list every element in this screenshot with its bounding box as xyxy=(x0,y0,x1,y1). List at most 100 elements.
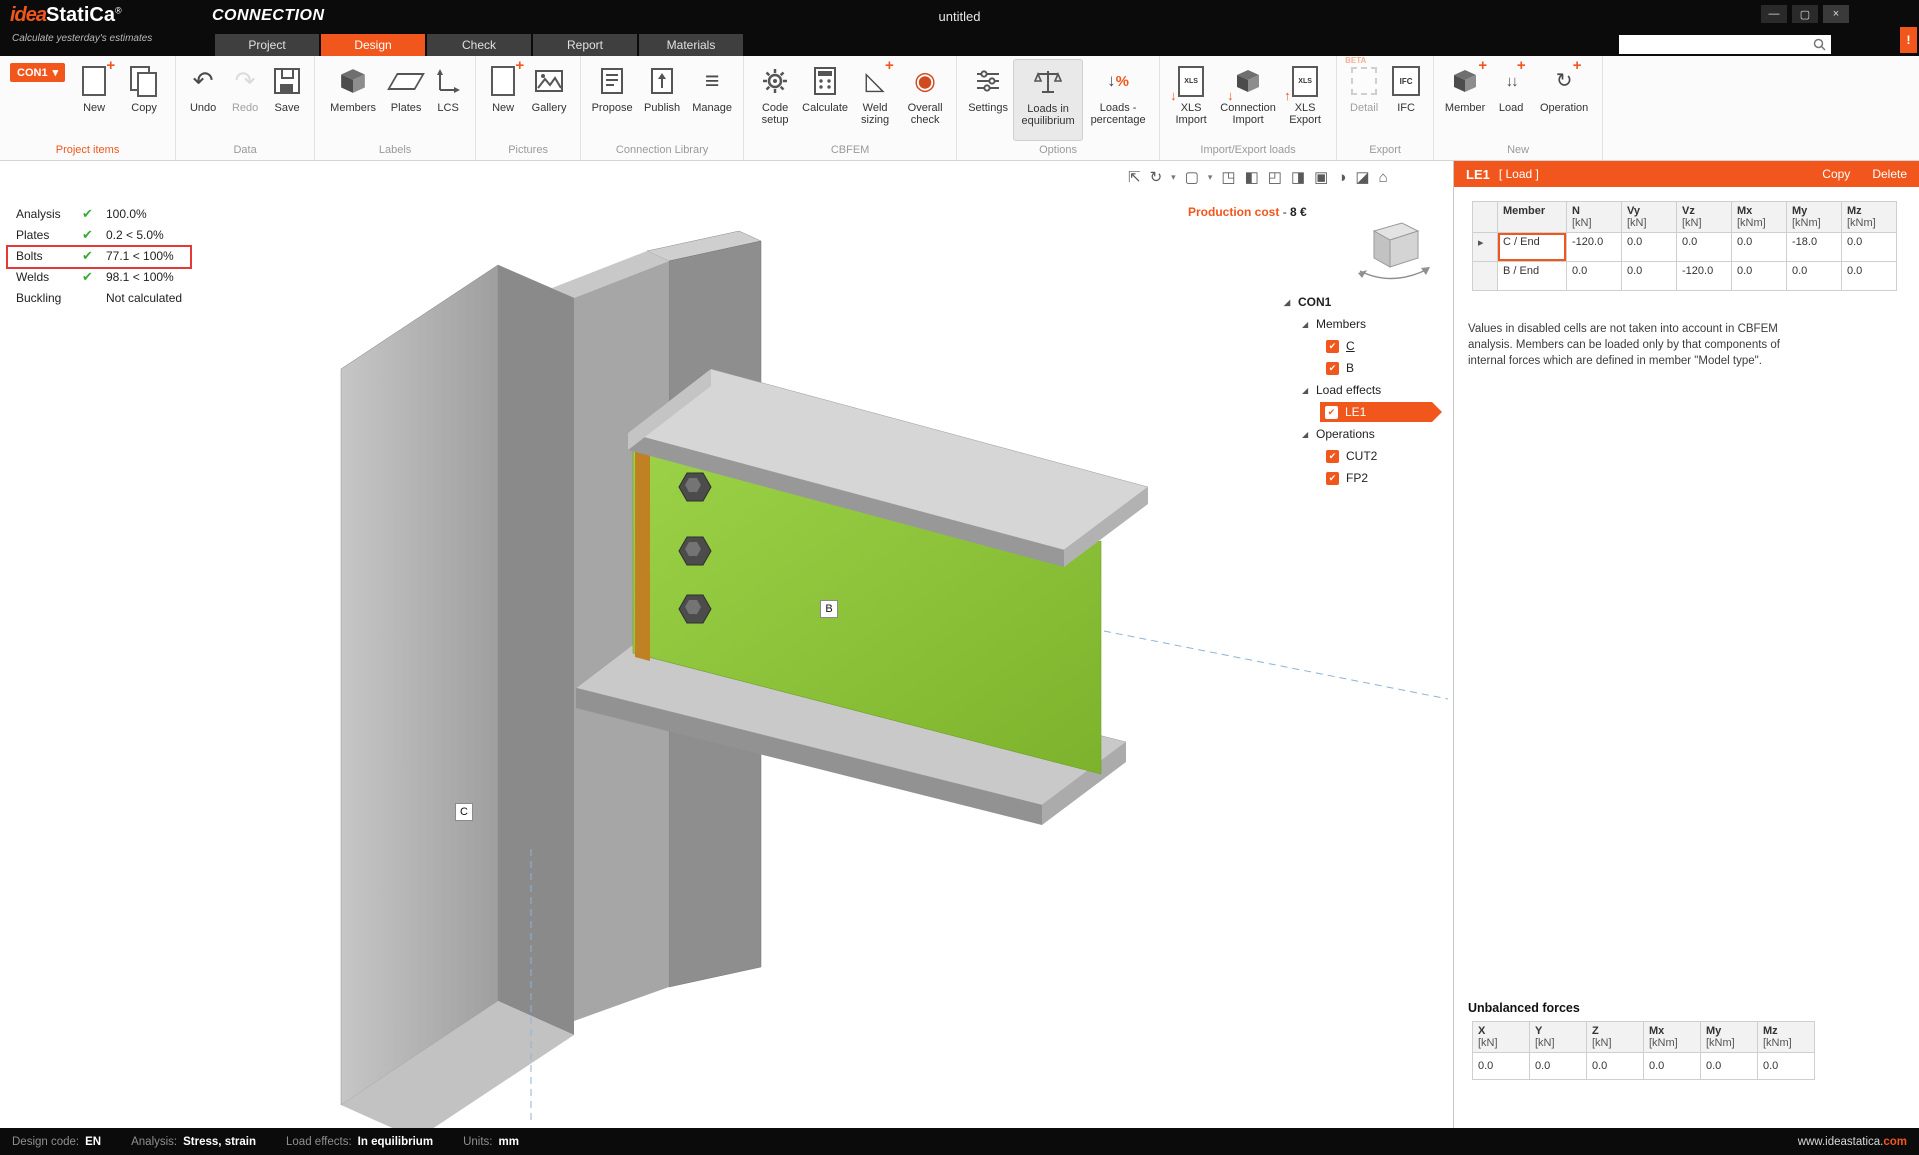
result-row-welds: Welds ✔ 98.1 < 100% xyxy=(12,266,200,287)
connection-selector[interactable]: CON1 ▾ xyxy=(10,63,65,82)
selected-tree-item[interactable]: ✔ LE1 xyxy=(1320,402,1442,422)
value-cell[interactable]: 0.0 xyxy=(1732,233,1787,262)
expander-icon[interactable]: ◢ xyxy=(1302,386,1316,395)
expander-icon[interactable]: ◢ xyxy=(1284,298,1298,307)
navigation-cube[interactable] xyxy=(1352,217,1436,291)
xls-export-button[interactable]: XLS↑ XLS Export xyxy=(1280,59,1330,141)
close-button[interactable]: × xyxy=(1823,5,1849,23)
value-cell[interactable]: -120.0 xyxy=(1567,233,1622,262)
value-cell[interactable]: -18.0 xyxy=(1787,233,1842,262)
tree-item-member-b[interactable]: ✔ B xyxy=(1284,357,1453,379)
column-near-flange[interactable] xyxy=(341,265,498,1105)
tree-item-cut2[interactable]: ✔ CUT2 xyxy=(1284,445,1453,467)
delete-load-button[interactable]: Delete xyxy=(1872,167,1907,181)
checkbox-checked[interactable]: ✔ xyxy=(1325,406,1338,419)
view-axonometry-icon[interactable]: ◳ xyxy=(1221,168,1235,186)
3d-viewport[interactable]: B C Analysis ✔ 100.0% Plates ✔ 0.2 < 5.0… xyxy=(0,161,1453,1128)
home-view-icon[interactable]: ⌂ xyxy=(1379,169,1388,186)
xls-import-button[interactable]: XLS↓ XLS Import xyxy=(1166,59,1216,141)
loads-percentage-button[interactable]: ↓% Loads - percentage xyxy=(1083,59,1153,141)
tree-section-operations[interactable]: ◢ Operations xyxy=(1284,423,1453,445)
value-cell[interactable]: 0.0 xyxy=(1677,233,1732,262)
settings-button[interactable]: Settings xyxy=(963,59,1013,141)
rotate-view-icon[interactable]: ↻ xyxy=(1150,168,1163,186)
code-setup-button[interactable]: Code setup xyxy=(750,59,800,141)
copy-project-item-button[interactable]: Copy xyxy=(119,59,169,141)
view-side-icon[interactable]: ◨ xyxy=(1291,168,1305,186)
member-cell[interactable]: C / End xyxy=(1498,233,1567,262)
value-cell[interactable]: 0.0 xyxy=(1732,262,1787,291)
library-publish-button[interactable]: Publish xyxy=(637,59,687,141)
section-cut-icon[interactable]: ◪ xyxy=(1355,168,1369,186)
value-cell[interactable]: 0.0 xyxy=(1622,233,1677,262)
tab-design[interactable]: Design xyxy=(321,34,425,56)
selection-mode-icon[interactable]: ▢ xyxy=(1185,168,1199,186)
checkbox-checked[interactable]: ✔ xyxy=(1326,362,1339,375)
save-button[interactable]: Save xyxy=(266,59,308,141)
transparency-icon[interactable]: ◑ xyxy=(1337,169,1346,186)
value-cell[interactable]: 0.0 xyxy=(1567,262,1622,291)
viewport-toolbar: ⇱ ↻ ▾ ▢ ▾ ◳ ◧ ◰ ◨ ▣ ◑ ◪ ⌂ xyxy=(1128,168,1388,186)
copy-load-button[interactable]: Copy xyxy=(1822,167,1850,181)
value-cell[interactable]: 0.0 xyxy=(1842,233,1897,262)
undo-button[interactable]: ↶ Undo xyxy=(182,59,224,141)
value-cell[interactable]: -120.0 xyxy=(1677,262,1732,291)
tab-report[interactable]: Report xyxy=(533,34,637,56)
labels-plates-button[interactable]: Plates xyxy=(385,59,427,141)
new-project-item-button[interactable]: + New xyxy=(69,59,119,141)
tree-section-load-effects[interactable]: ◢ Load effects xyxy=(1284,379,1453,401)
checkbox-checked[interactable]: ✔ xyxy=(1326,340,1339,353)
fin-plate[interactable] xyxy=(635,446,650,661)
new-member-button[interactable]: + Member xyxy=(1440,59,1490,141)
tab-project[interactable]: Project xyxy=(215,34,319,56)
tree-item-le1[interactable]: ✔ LE1 xyxy=(1284,401,1453,423)
labels-lcs-button[interactable]: LCS xyxy=(427,59,469,141)
checkbox-checked[interactable]: ✔ xyxy=(1326,450,1339,463)
member-cell[interactable]: B / End xyxy=(1498,262,1567,291)
checkbox-checked[interactable]: ✔ xyxy=(1326,472,1339,485)
labels-members-button[interactable]: Members xyxy=(321,59,385,141)
overall-check-button[interactable]: ◉ Overall check xyxy=(900,59,950,141)
search-input[interactable] xyxy=(1624,38,1813,52)
tab-materials[interactable]: Materials xyxy=(639,34,743,56)
new-load-button[interactable]: ↓↓+ Load xyxy=(1490,59,1532,141)
expander-icon[interactable]: ◢ xyxy=(1302,430,1316,439)
minimize-button[interactable]: — xyxy=(1761,5,1787,23)
tree-item-fp2[interactable]: ✔ FP2 xyxy=(1284,467,1453,489)
group-label: CBFEM xyxy=(750,143,950,159)
selection-mode-caret-icon[interactable]: ▾ xyxy=(1208,172,1213,183)
value-cell: 0.0 xyxy=(1587,1053,1644,1080)
weld-sizing-button[interactable]: ◺+ Weld sizing xyxy=(850,59,900,141)
copy-picture-icon[interactable]: ▣ xyxy=(1314,168,1328,186)
fit-view-icon[interactable]: ⇱ xyxy=(1128,168,1141,186)
export-detail-button[interactable]: BETA Detail xyxy=(1343,59,1385,141)
maximize-button[interactable]: ▢ xyxy=(1792,5,1818,23)
tree-item-con1[interactable]: ◢ CON1 xyxy=(1284,291,1453,313)
connection-import-button[interactable]: ↓ Connection Import xyxy=(1216,59,1280,141)
value-cell[interactable]: 0.0 xyxy=(1842,262,1897,291)
expander-icon[interactable]: ◢ xyxy=(1302,320,1316,329)
new-operation-button[interactable]: ↻+ Operation xyxy=(1532,59,1596,141)
redo-button[interactable]: ↷ Redo xyxy=(224,59,266,141)
view-top-icon[interactable]: ◰ xyxy=(1268,168,1282,186)
library-propose-button[interactable]: Propose xyxy=(587,59,637,141)
picture-new-button[interactable]: + New xyxy=(482,59,524,141)
tree-item-member-c[interactable]: ✔ C xyxy=(1284,335,1453,357)
value-cell: 0.0 xyxy=(1530,1053,1587,1080)
export-ifc-button[interactable]: IFC IFC xyxy=(1385,59,1427,141)
library-manage-button[interactable]: ≡ Manage xyxy=(687,59,737,141)
view-front-icon[interactable]: ◧ xyxy=(1245,168,1259,186)
panel-header: LE1 [ Load ] Copy Delete xyxy=(1454,161,1919,187)
value-cell[interactable]: 0.0 xyxy=(1622,262,1677,291)
picture-gallery-button[interactable]: Gallery xyxy=(524,59,574,141)
ribbon-group-data: ↶ Undo ↷ Redo Save Data xyxy=(176,56,315,160)
calculate-button[interactable]: Calculate xyxy=(800,59,850,141)
website-link[interactable]: www.ideastatica.com xyxy=(1798,1136,1907,1148)
3d-scene[interactable] xyxy=(0,161,1453,1128)
tree-section-members[interactable]: ◢ Members xyxy=(1284,313,1453,335)
tab-check[interactable]: Check xyxy=(427,34,531,56)
value-cell[interactable]: 0.0 xyxy=(1787,262,1842,291)
feedback-button[interactable]: ! xyxy=(1900,27,1917,53)
loads-in-equilibrium-button[interactable]: Loads in equilibrium xyxy=(1013,59,1083,141)
rotate-view-caret-icon[interactable]: ▾ xyxy=(1171,172,1176,183)
